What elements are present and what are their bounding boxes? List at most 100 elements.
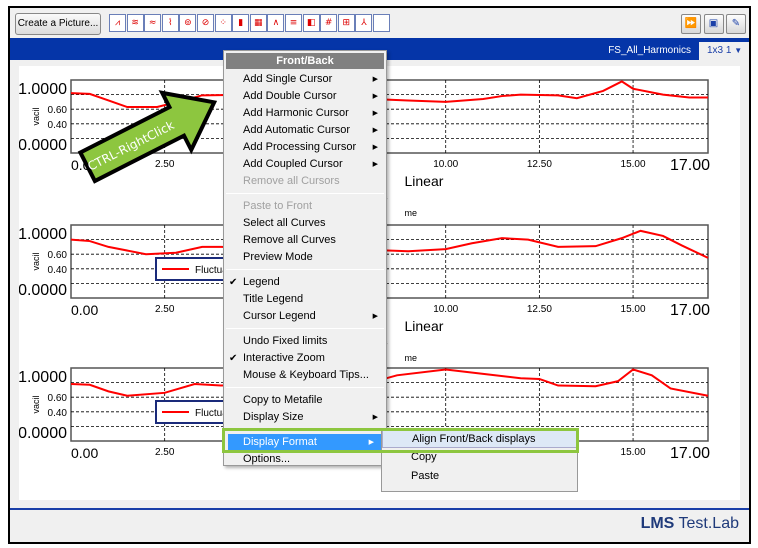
menu-separator [226,328,384,329]
x-tick-label: 15.00 [621,304,646,315]
new-display-icon[interactable]: ▣ [703,14,724,34]
menu-separator [226,193,384,194]
menu-separator [226,269,384,270]
x-tick-label: 12.50 [527,304,552,315]
footer-divider [10,508,749,510]
menu-item-add-processing-cursor[interactable]: Add Processing Cursor ▶ [224,139,386,156]
y-tick-label: 0.40 [48,408,68,419]
highlight-box [222,428,579,453]
overlay-icon[interactable]: ⌇ [161,14,179,32]
colormap-icon[interactable]: ▦ [249,14,267,32]
menu-item-label: Options... [243,453,291,465]
y-axis-label: vacil [31,252,41,270]
submenu-arrow-icon: ▶ [372,110,378,117]
curve-line [70,229,709,259]
x-tick-label: 12.50 [527,159,552,170]
y-min-label: 0.0000 [19,282,67,299]
3d-color-icon[interactable]: ◧ [302,14,320,32]
x-min-label: 0.00 [71,445,98,461]
grid-icon[interactable]: ⊞ [337,14,355,32]
menu-item-display-size[interactable]: Display Size ▶ [224,409,386,426]
menu-item-copy-to-metafile[interactable]: Copy to Metafile [224,392,386,409]
menu-item-label: Interactive Zoom [243,352,325,364]
submenu-arrow-icon: ▶ [372,127,378,134]
menu-item-label: Undo Fixed limits [243,335,328,347]
axis-sub-label: me [404,208,417,218]
menu-item-add-double-cursor[interactable]: Add Double Cursor ▶ [224,88,386,105]
menu-item-label: Mouse & Keyboard Tips... [243,369,369,381]
check-icon: ✔ [229,277,238,288]
waterfall-icon[interactable]: ∧ [267,14,285,32]
menu-item-cursor-legend[interactable]: Cursor Legend ▶ [224,308,386,325]
y-tick-label: 0.60 [48,105,68,116]
menu-item-label: Add Double Cursor [243,90,337,102]
y-min-label: 0.0000 [19,425,67,442]
menu-item-label: Select all Curves [243,217,326,229]
submenu-arrow-icon: ▶ [372,414,378,421]
menu-title: Front/Back [226,53,384,69]
submenu-arrow-icon: ▶ [372,76,378,83]
menu-item-select-all-curves[interactable]: Select all Curves [224,215,386,232]
scatter-icon[interactable]: ⁘ [214,14,232,32]
y-max-label: 1.0000 [19,369,67,386]
y-max-label: 1.0000 [19,81,67,98]
tab-fs-all-harmonics[interactable]: FS_All_Harmonics [608,45,691,56]
axes-3d-icon[interactable]: ⅄ [355,14,373,32]
submenu-arrow-icon: ▶ [372,313,378,320]
menu-item-label: Add Harmonic Cursor [243,107,349,119]
play-icon[interactable]: ⏩ [681,14,701,34]
menu-item-remove-all-cursors: Remove all Cursors [224,173,386,190]
create-picture-button[interactable]: Create a Picture... [15,13,101,35]
menu-item-label: Legend [243,276,280,288]
y-tick-label: 0.40 [48,265,68,276]
submenu-arrow-icon: ▶ [372,144,378,151]
menu-item-remove-all-curves[interactable]: Remove all Curves [224,232,386,249]
front-back-icon[interactable]: ≋ [126,14,144,32]
nyquist-icon[interactable]: ⊘ [197,14,214,32]
menu-item-legend[interactable]: ✔ Legend [224,274,386,291]
menu-item-label: Display Size [243,411,304,423]
y-max-label: 1.0000 [19,226,67,243]
x-max-label: 17.00 [670,302,710,319]
line-plot-icon[interactable]: ⩘ [109,14,126,32]
chevron-down-icon: ▼ [734,46,743,55]
menu-item-mouse-keyboard-tips[interactable]: Mouse & Keyboard Tips... [224,367,386,384]
menu-item-add-automatic-cursor[interactable]: Add Automatic Cursor ▶ [224,122,386,139]
menu-item-add-coupled-cursor[interactable]: Add Coupled Cursor ▶ [224,156,386,173]
y-tick-label: 0.40 [48,120,68,131]
brand-logo: LMS Test.Lab [640,515,739,532]
menu-item-label: Add Automatic Cursor [243,124,350,136]
menu-item-undo-fixed-limits[interactable]: Undo Fixed limits [224,333,386,350]
order-icon[interactable]: ≡ [285,14,302,32]
menu-item-label: Remove all Cursors [243,175,340,187]
edit-icon[interactable]: ✎ [726,14,746,34]
y-axis-label: vacil [31,107,41,125]
layout-value: 1x3 1 [707,45,732,56]
layout-dropdown[interactable]: 1x3 1 ▼ [699,42,749,60]
y-min-label: 0.0000 [19,137,67,154]
menu-item-interactive-zoom[interactable]: ✔ Interactive Zoom [224,350,386,367]
submenu-arrow-icon: ▶ [372,93,378,100]
x-tick-label: 2.50 [155,304,175,315]
menu-item-title-legend[interactable]: Title Legend [224,291,386,308]
bar-icon[interactable]: ▮ [232,14,250,32]
menu-item-add-harmonic-cursor[interactable]: Add Harmonic Cursor ▶ [224,105,386,122]
stacked-icon[interactable]: ≈ [144,14,162,32]
x-tick-label: 15.00 [621,447,646,458]
polar-icon[interactable]: ⊚ [179,14,197,32]
value-icon[interactable]: # [320,14,338,32]
menu-item-options[interactable]: Options... [224,451,386,468]
x-tick-label: 10.00 [433,304,458,315]
menu-item-add-single-cursor[interactable]: Add Single Cursor ▶ [224,71,386,88]
context-menu: Front/Back Add Single Cursor ▶ Add Double … [223,50,387,466]
submenu-item-paste[interactable]: Paste [382,467,577,486]
menu-item-preview-mode[interactable]: Preview Mode [224,249,386,266]
menu-item-label: Cursor Legend [243,310,316,322]
menu-item-label: Paste to Front [243,200,313,212]
blank-icon[interactable] [373,14,390,32]
x-min-label: 0.00 [71,302,98,318]
menu-item-label: Add Single Cursor [243,73,333,85]
x-axis-label: Linear [404,173,443,189]
axis-sub-label: me [404,353,417,363]
x-axis-label: Linear [404,318,443,334]
